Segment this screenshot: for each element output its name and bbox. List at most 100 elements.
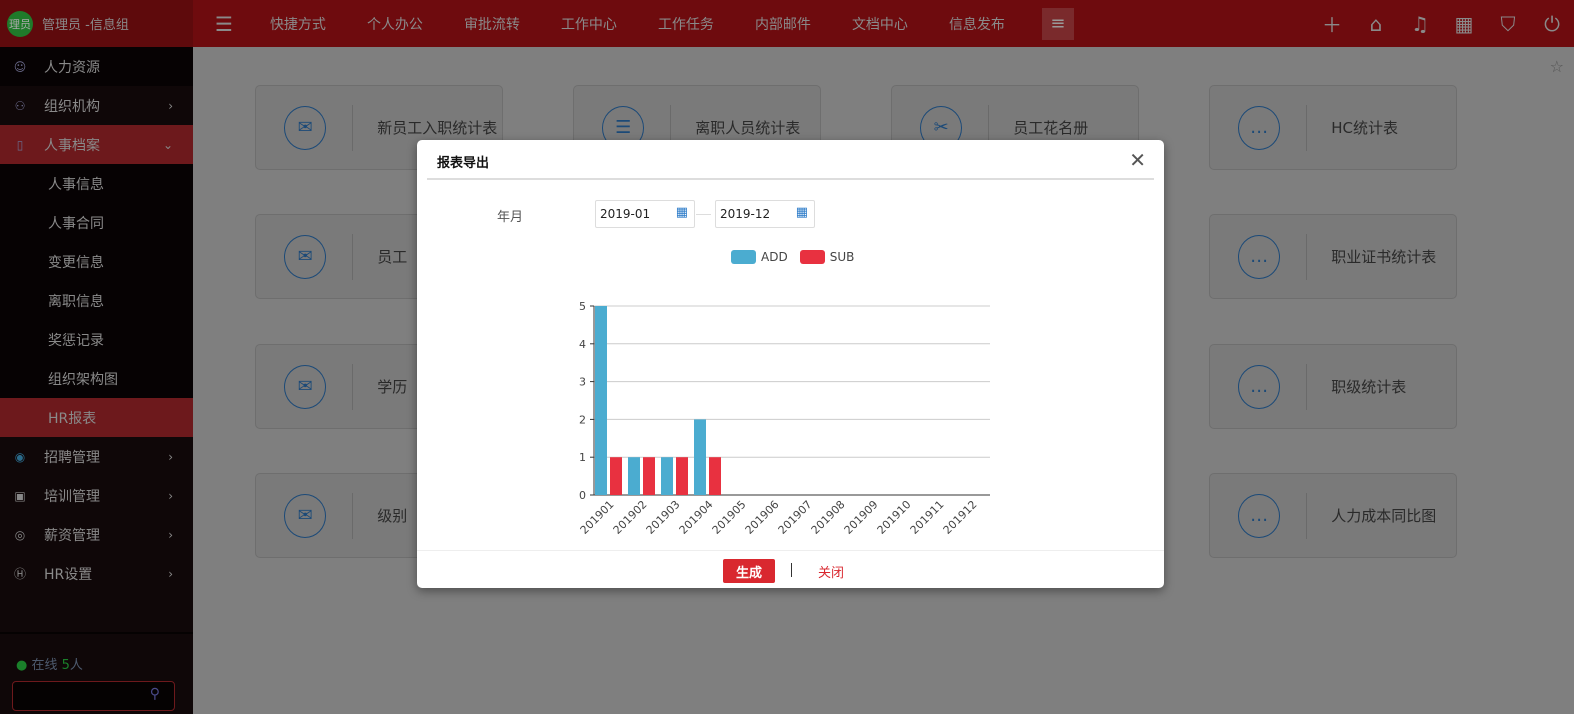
bar-sub (676, 457, 688, 495)
x-tick-label: 201906 (743, 498, 782, 537)
sidebar-item-hr-settings[interactable]: Ⓗ HR设置 › (0, 554, 193, 593)
mail-doc-icon: ✉ (284, 105, 327, 150)
divider (352, 363, 354, 410)
x-tick-label: 201910 (875, 498, 914, 537)
x-tick-label: 201901 (578, 498, 617, 537)
y-tick-label: 0 (579, 489, 586, 502)
sidebar-sub-contract[interactable]: 人事合同 (0, 203, 193, 242)
chevron-right-icon: › (168, 566, 173, 581)
apps-icon[interactable]: ▦ (1442, 12, 1486, 36)
power-icon[interactable]: ⏻ (1530, 12, 1574, 36)
label: 薪资管理 (44, 527, 100, 544)
x-tick-label: 201909 (842, 498, 881, 537)
bar-sub (643, 457, 655, 495)
y-tick-label: 5 (579, 300, 586, 313)
home-icon[interactable]: ⌂ (1354, 12, 1398, 36)
bar-add (628, 457, 640, 495)
x-tick-label: 201912 (941, 498, 980, 537)
chevron-right-icon: › (168, 527, 173, 542)
nav-shortcuts[interactable]: 快捷方式 (270, 14, 326, 34)
avatar: 理员 (7, 10, 33, 37)
plus-icon[interactable]: ＋ (1310, 9, 1354, 38)
menu-collapse-icon[interactable]: ☰ (215, 12, 233, 36)
online-unit: 人 (69, 658, 83, 673)
card-label: 离职人员统计表 (695, 118, 801, 137)
top-bar: ☰ 快捷方式 个人办公 审批流转 工作中心 工作任务 内部邮件 文档中心 信息发… (193, 0, 1574, 47)
sidebar: 理员 管理员 -信息组 ☺ 人力资源 ⚇ 组织机构 › ▯ 人事档案 ⌄ 人事信息 人事合同… (0, 0, 193, 714)
generate-button[interactable]: 生成 (723, 559, 775, 583)
hr-icon: Ⓗ (13, 567, 26, 581)
star-icon[interactable]: ☆ (1550, 57, 1564, 76)
nav-docs[interactable]: 文档中心 (852, 14, 908, 34)
sidebar-search-input[interactable]: ⚲ (12, 681, 175, 711)
sidebar-sub-leave[interactable]: 离职信息 (0, 281, 193, 320)
online-label: 在线 (31, 658, 58, 673)
sidebar-sub-orgchart[interactable]: 组织架构图 (0, 359, 193, 398)
sidebar-item-hr[interactable]: ☺ 人力资源 (0, 47, 193, 86)
search-icon[interactable]: ⚲ (150, 686, 160, 702)
chevron-right-icon: › (168, 449, 173, 464)
card-label: HC统计表 (1331, 118, 1399, 137)
card-label: 人力成本同比图 (1331, 506, 1437, 525)
online-count: 5 (61, 658, 70, 673)
user-name: 管理员 -信息组 (42, 18, 129, 33)
sidebar-sub-change[interactable]: 变更信息 (0, 242, 193, 281)
report-card[interactable]: … 职业证书统计表 (1209, 214, 1457, 299)
nav-publish[interactable]: 信息发布 (949, 14, 1005, 34)
nav-work-center[interactable]: 工作中心 (561, 14, 617, 34)
bar-add (661, 457, 673, 495)
divider (1306, 233, 1308, 280)
label: 人力资源 (44, 59, 100, 76)
report-export-dialog: 报表导出 ✕ 年月 2019-01 ▦ 2019-12 ▦ ADD SUB 0123… (417, 140, 1164, 588)
file-icon: ▯ (16, 137, 24, 152)
sidebar-item-salary[interactable]: ◎ 薪资管理 › (0, 515, 193, 554)
chat-icon: … (1238, 364, 1281, 409)
chat-icon: … (1238, 493, 1281, 538)
sidebar-sub-info[interactable]: 人事信息 (0, 164, 193, 203)
label: HR设置 (44, 566, 93, 583)
nav-approval[interactable]: 审批流转 (464, 14, 520, 34)
divider (352, 233, 354, 280)
training-icon: ▣ (14, 488, 26, 503)
bell-icon[interactable]: ♫ (1398, 12, 1442, 36)
nav-personal[interactable]: 个人办公 (367, 14, 423, 34)
bar-add (595, 306, 607, 495)
card-label: 职级统计表 (1331, 377, 1407, 396)
close-button[interactable]: 关闭 (818, 562, 844, 581)
divider (791, 563, 792, 577)
label: 人事档案 (44, 137, 100, 154)
sidebar-item-training[interactable]: ▣ 培训管理 › (0, 476, 193, 515)
user-icon: ● (16, 658, 28, 673)
y-tick-label: 4 (579, 338, 586, 351)
divider (1306, 363, 1308, 410)
sidebar-sub-hr-report[interactable]: HR报表 (0, 398, 193, 437)
divider (1306, 104, 1308, 151)
online-status: ● 在线 5人 (0, 632, 193, 673)
report-card[interactable]: … 人力成本同比图 (1209, 473, 1457, 558)
x-tick-label: 201907 (776, 498, 815, 537)
brand: 理员 管理员 -信息组 (0, 0, 193, 47)
bar-sub (610, 457, 622, 495)
chevron-right-icon: › (168, 98, 173, 113)
chevron-down-icon: ⌄ (162, 137, 173, 152)
card-label: 职业证书统计表 (1331, 247, 1437, 266)
nav-tasks[interactable]: 工作任务 (658, 14, 714, 34)
sidebar-sub-reward[interactable]: 奖惩记录 (0, 320, 193, 359)
nav-mail[interactable]: 内部邮件 (755, 14, 811, 34)
y-tick-label: 1 (579, 451, 586, 464)
report-card[interactable]: … HC统计表 (1209, 85, 1457, 170)
theme-shirt-icon[interactable]: ⛉ (1486, 12, 1530, 36)
report-card[interactable]: … 职级统计表 (1209, 344, 1457, 429)
divider (1306, 492, 1308, 539)
sidebar-item-org[interactable]: ⚇ 组织机构 › (0, 86, 193, 125)
sidebar-item-recruit[interactable]: ◉ 招聘管理 › (0, 437, 193, 476)
x-tick-label: 201902 (611, 498, 650, 537)
card-label: 新员工入职统计表 (377, 118, 498, 137)
sidebar-item-personnel[interactable]: ▯ 人事档案 ⌄ (0, 125, 193, 164)
more-menu-icon[interactable]: ≡ (1041, 7, 1074, 40)
label: 培训管理 (44, 488, 100, 505)
chat-icon: … (1238, 234, 1281, 279)
salary-icon: ◎ (14, 527, 26, 542)
user-list-icon: ☺ (13, 59, 27, 74)
x-tick-label: 201903 (644, 498, 683, 537)
